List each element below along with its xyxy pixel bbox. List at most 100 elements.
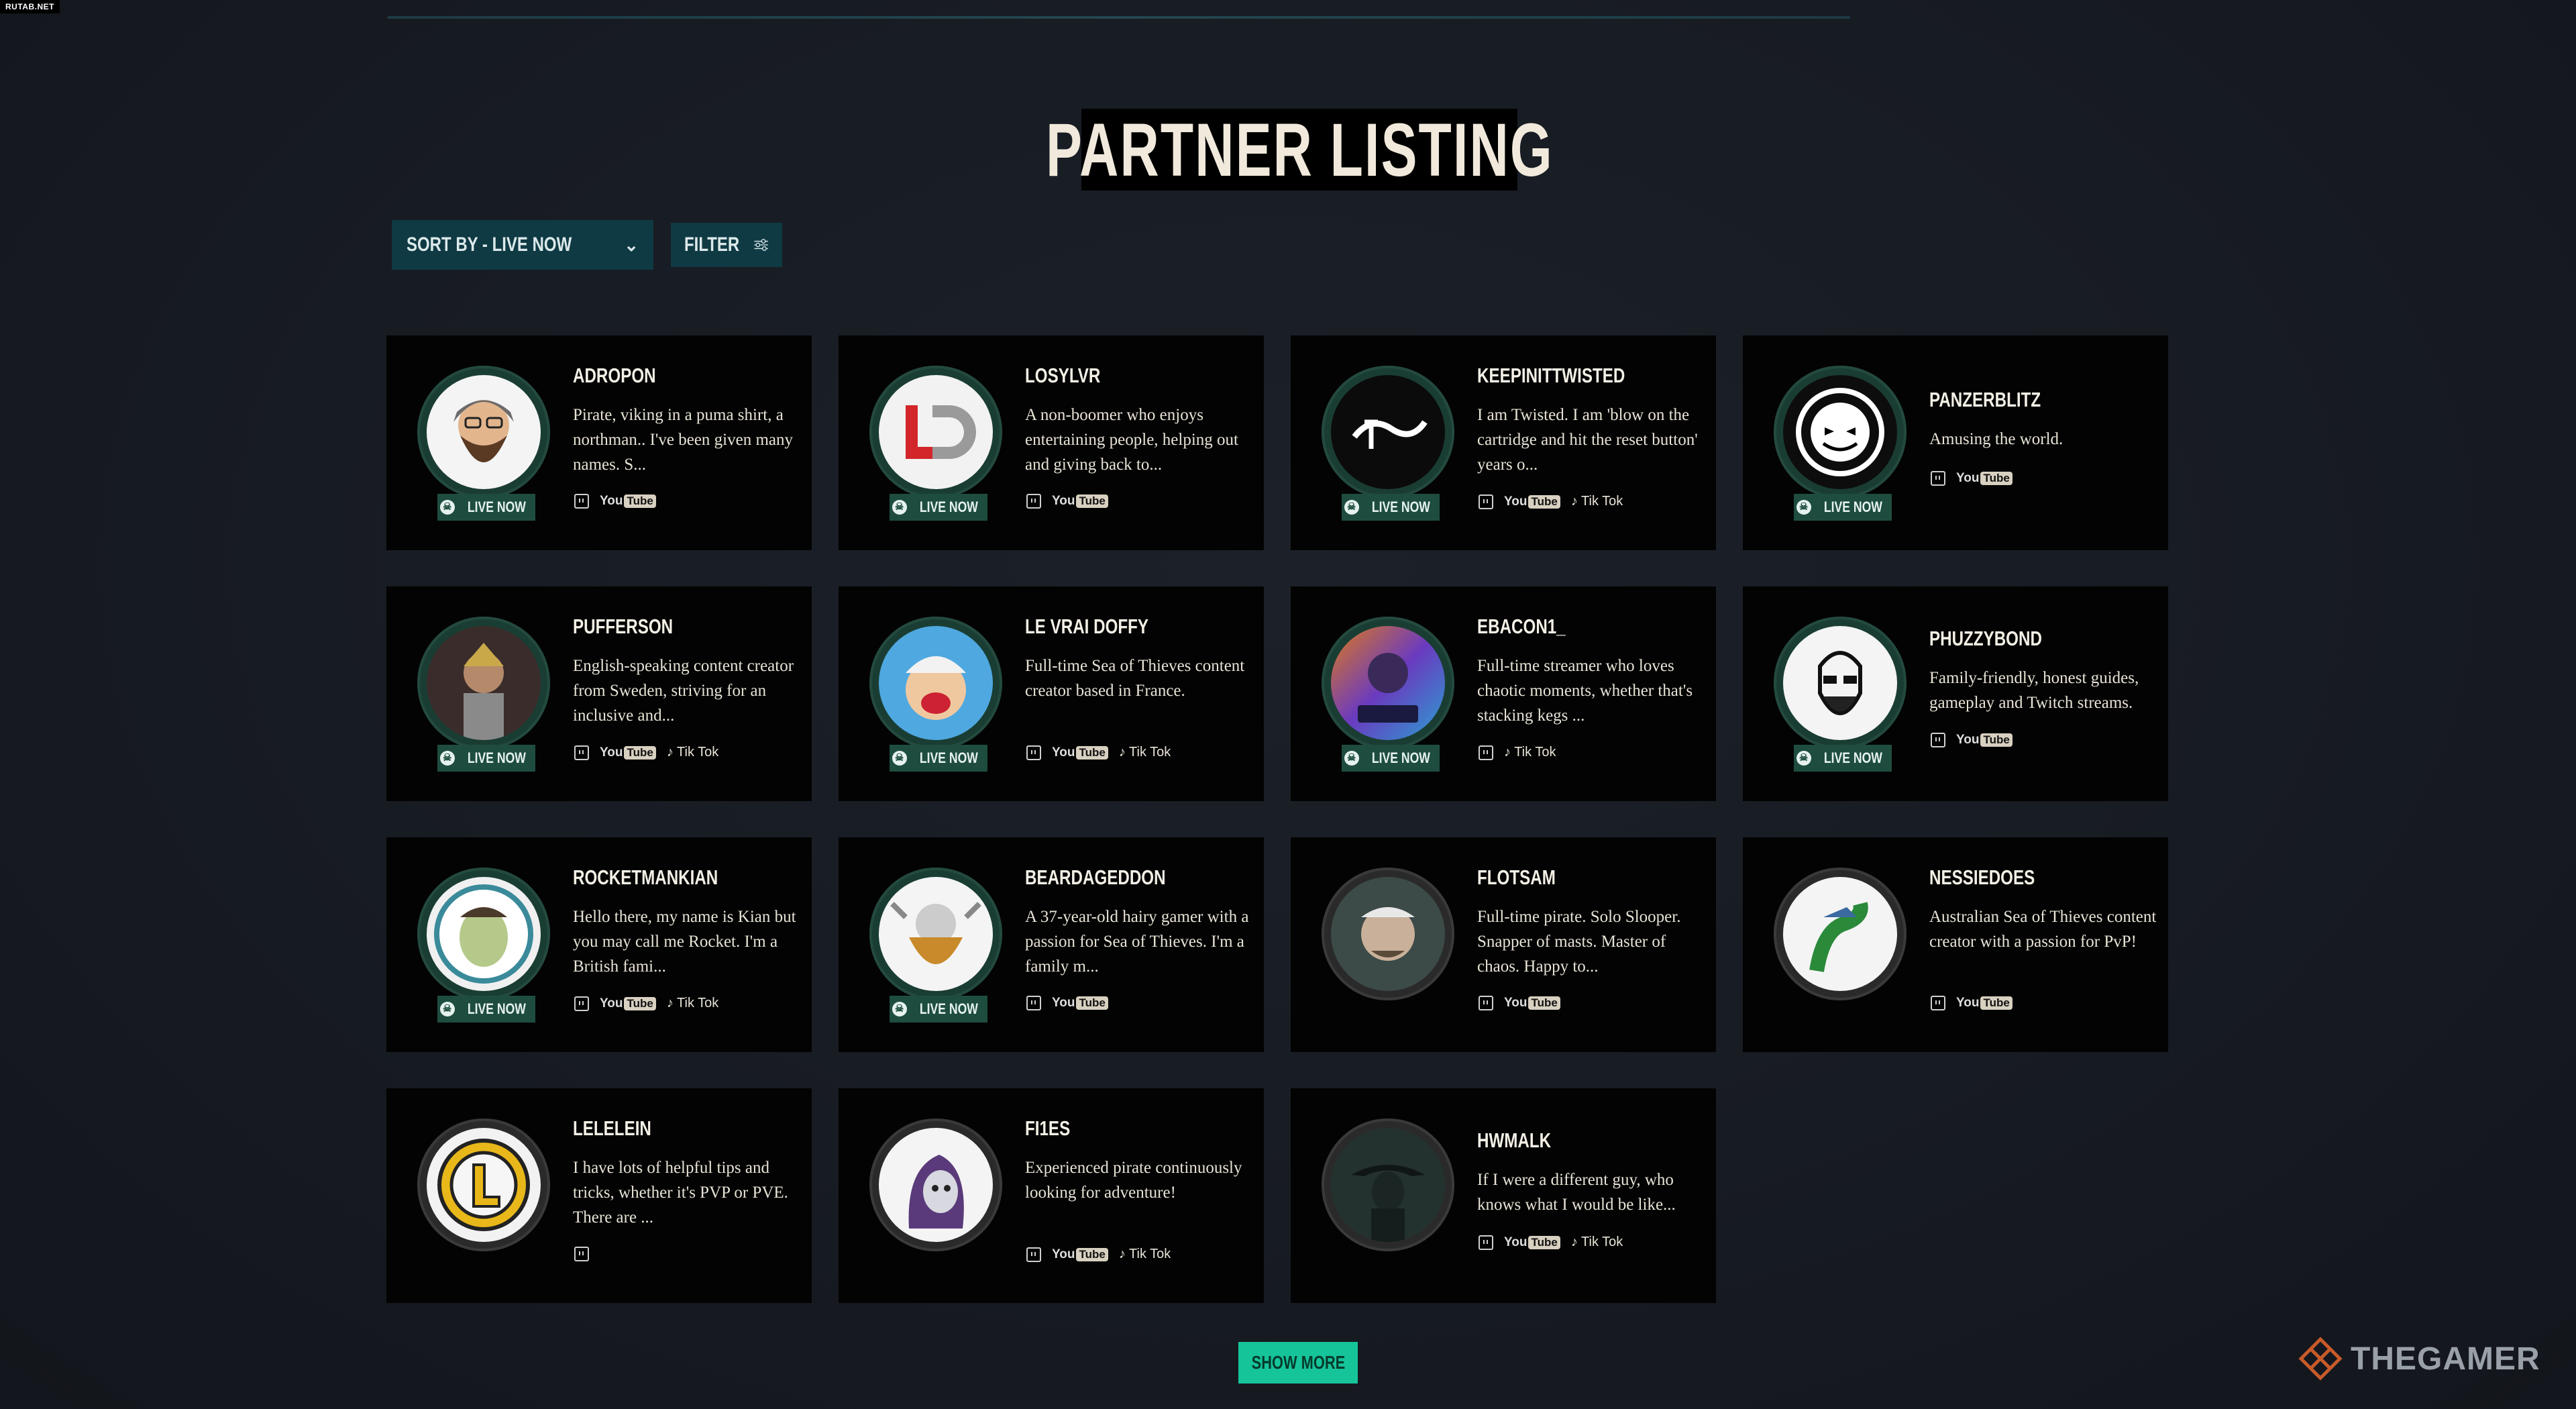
avatar-frame: [417, 366, 550, 499]
tiktok-link[interactable]: ♪ Tik Tok: [1504, 745, 1556, 760]
live-now-badge: ☠ LIVE NOW: [437, 745, 535, 772]
avatar-frame: [1322, 1118, 1454, 1251]
partner-card-hwmalk[interactable]: HWMALK If I were a different guy, who kn…: [1291, 1088, 1716, 1303]
avatar-frame: [869, 366, 1002, 499]
youtube-link[interactable]: You Tube: [600, 996, 656, 1011]
partner-description: Family-friendly, honest guides, gameplay…: [1929, 669, 2139, 712]
partner-card-pufferson[interactable]: ☠ LIVE NOW PUFFERSON English-speaking con…: [386, 586, 812, 801]
twitch-icon[interactable]: [1026, 494, 1041, 509]
partner-card-beardageddon[interactable]: ☠ LIVE NOW BEARDAGEDDON A 37-year-old hai…: [839, 837, 1264, 1052]
social-links: You Tube ♪ Tik Tok: [1479, 494, 1623, 509]
social-links: [574, 1247, 589, 1261]
youtube-link[interactable]: You Tube: [1504, 494, 1560, 509]
live-now-badge: ☠ LIVE NOW: [1794, 494, 1892, 521]
partner-card-adropon[interactable]: ☠ LIVE NOW ADROPON Pirate, viking in a pu…: [386, 335, 812, 550]
avatar: [1331, 626, 1445, 740]
social-links: You Tube: [1931, 996, 2012, 1010]
partner-name: FLOTSAM: [1477, 866, 1556, 889]
partner-card-le-vrai-doffy[interactable]: ☠ LIVE NOW LE VRAI DOFFY Full-time Sea of…: [839, 586, 1264, 801]
partner-description: I am Twisted. I am 'blow on the cartridg…: [1477, 406, 1698, 474]
page-title-box: PARTNER LISTING: [1046, 108, 1552, 192]
twitch-icon[interactable]: [574, 1247, 589, 1261]
tiktok-link[interactable]: ♪ Tik Tok: [1571, 1235, 1623, 1250]
partner-description: Amusing the world.: [1929, 430, 2063, 448]
social-links: You Tube: [1026, 494, 1108, 509]
tiktok-link[interactable]: ♪ Tik Tok: [1119, 1247, 1171, 1262]
skull-icon: ☠: [439, 751, 455, 766]
youtube-link[interactable]: You Tube: [1956, 471, 2012, 486]
avatar-frame: [1322, 366, 1454, 499]
live-now-badge: ☠ LIVE NOW: [1342, 745, 1440, 772]
sort-dropdown[interactable]: SORT BY - LIVE NOW ⌄: [392, 220, 653, 270]
avatar-frame: [869, 868, 1002, 1000]
youtube-link[interactable]: You Tube: [1504, 1235, 1560, 1250]
twitch-icon[interactable]: [1931, 471, 1945, 486]
skull-icon: ☠: [1796, 500, 1811, 515]
chevron-down-icon: ⌄: [624, 234, 639, 255]
partner-description: A non-boomer who enjoys entertaining peo…: [1025, 406, 1238, 474]
avatar: [1331, 877, 1445, 991]
social-links: You Tube: [1931, 471, 2012, 486]
partner-name: PUFFERSON: [573, 615, 674, 638]
partner-card-lelelein[interactable]: LELELEIN I have lots of helpful tips and…: [386, 1088, 812, 1303]
partner-card-ebacon1[interactable]: ☠ LIVE NOW EBACON1_ Full-time streamer wh…: [1291, 586, 1716, 801]
partner-card-rocketmankian[interactable]: ☠ LIVE NOW ROCKETMANKIAN Hello there, my …: [386, 837, 812, 1052]
avatar-frame: [1774, 366, 1907, 499]
tiktok-link[interactable]: ♪ Tik Tok: [1119, 745, 1171, 760]
tiktok-link[interactable]: ♪ Tik Tok: [1571, 494, 1623, 509]
thegamer-logo: THEGAMER: [2297, 1335, 2540, 1382]
avatar: [1783, 375, 1897, 489]
partner-name: NESSIEDOES: [1929, 866, 2035, 889]
avatar: [1783, 877, 1897, 991]
partner-card-losylvr[interactable]: ☠ LIVE NOW LOSYLVR A non-boomer who enjoy…: [839, 335, 1264, 550]
youtube-link[interactable]: You Tube: [600, 745, 656, 760]
partner-name: LOSYLVR: [1025, 364, 1101, 387]
partner-description: Full-time Sea of Thieves content creator…: [1025, 657, 1245, 700]
partner-card-fi1es[interactable]: FI1ES Experienced pirate continuously lo…: [839, 1088, 1264, 1303]
partner-name: PHUZZYBOND: [1929, 627, 2042, 650]
twitch-icon[interactable]: [1026, 1247, 1041, 1262]
avatar: [879, 626, 993, 740]
avatar-frame: [869, 1118, 1002, 1251]
tiktok-link[interactable]: ♪ Tik Tok: [667, 745, 718, 760]
twitch-icon[interactable]: [1479, 996, 1493, 1010]
live-now-badge: ☠ LIVE NOW: [1342, 494, 1440, 521]
youtube-link[interactable]: You Tube: [1956, 733, 2012, 747]
partner-card-panzerblitz[interactable]: ☠ LIVE NOW PANZERBLITZ Amusing the world.…: [1743, 335, 2168, 550]
site-watermark: RUTAB.NET: [0, 0, 60, 13]
filter-button[interactable]: FILTER: [671, 223, 782, 267]
social-links: You Tube ♪ Tik Tok: [574, 996, 718, 1011]
partner-description: Full-time pirate. Solo Slooper. Snapper …: [1477, 908, 1681, 976]
partner-card-flotsam[interactable]: FLOTSAM Full-time pirate. Solo Slooper. …: [1291, 837, 1716, 1052]
sliders-icon: [754, 239, 768, 251]
youtube-link[interactable]: You Tube: [1052, 745, 1108, 760]
partner-name: LE VRAI DOFFY: [1025, 615, 1149, 638]
partner-description: Pirate, viking in a puma shirt, a northm…: [573, 406, 794, 474]
twitch-icon[interactable]: [574, 996, 589, 1011]
tiktok-link[interactable]: ♪ Tik Tok: [667, 996, 718, 1011]
twitch-icon[interactable]: [1931, 996, 1945, 1010]
youtube-link[interactable]: You Tube: [1052, 996, 1108, 1010]
partner-card-keepinittwisted[interactable]: ☠ LIVE NOW KEEPINITTWISTED I am Twisted. …: [1291, 335, 1716, 550]
youtube-link[interactable]: You Tube: [1504, 996, 1560, 1010]
twitch-icon[interactable]: [1479, 745, 1493, 760]
youtube-link[interactable]: You Tube: [1052, 1247, 1108, 1262]
show-more-button[interactable]: SHOW MORE: [1238, 1342, 1358, 1384]
twitch-icon[interactable]: [574, 494, 589, 509]
twitch-icon[interactable]: [1479, 494, 1493, 509]
twitch-icon[interactable]: [1931, 733, 1945, 747]
partner-card-nessiedoes[interactable]: NESSIEDOES Australian Sea of Thieves con…: [1743, 837, 2168, 1052]
partner-description: Full-time streamer who loves chaotic mom…: [1477, 657, 1693, 725]
partner-card-phuzzybond[interactable]: ☠ LIVE NOW PHUZZYBOND Family-friendly, ho…: [1743, 586, 2168, 801]
youtube-link[interactable]: You Tube: [1956, 996, 2012, 1010]
youtube-link[interactable]: You Tube: [1052, 494, 1108, 509]
live-now-badge: ☠ LIVE NOW: [437, 996, 535, 1023]
twitch-icon[interactable]: [574, 745, 589, 760]
skull-icon: ☠: [892, 751, 907, 766]
twitch-icon[interactable]: [1479, 1235, 1493, 1250]
partner-name: ROCKETMANKIAN: [573, 866, 718, 889]
youtube-link[interactable]: You Tube: [600, 494, 656, 509]
twitch-icon[interactable]: [1026, 996, 1041, 1010]
twitch-icon[interactable]: [1026, 745, 1041, 760]
page-title: PARTNER LISTING: [1045, 107, 1554, 192]
